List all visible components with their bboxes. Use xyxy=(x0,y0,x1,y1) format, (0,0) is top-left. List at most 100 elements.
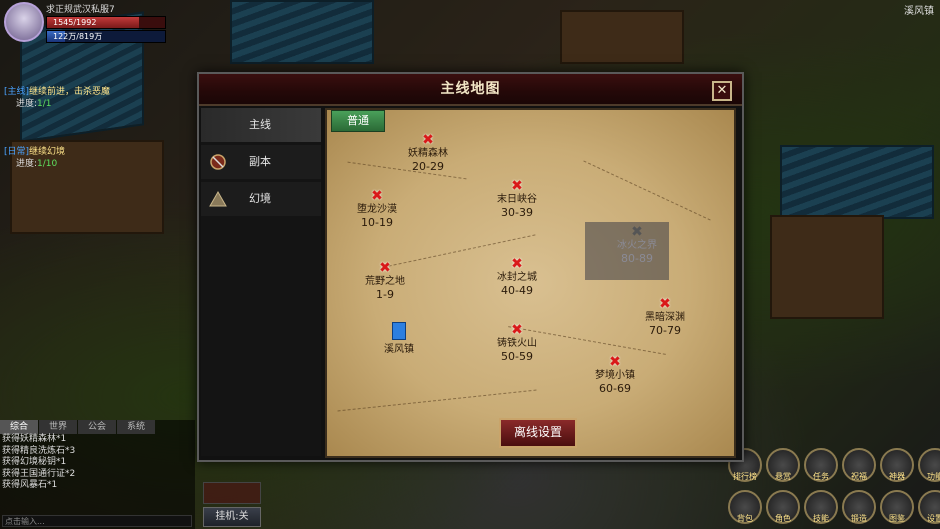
exp-bar: 122万/819万 xyxy=(46,30,166,43)
current-town: 溪风镇 xyxy=(904,6,934,17)
icon-label: 技能 xyxy=(813,514,829,523)
location-dragon-desert[interactable]: ✖ 堕龙沙漠 10-19 xyxy=(337,188,417,229)
location-name: 妖精森林 xyxy=(408,148,448,159)
chat-line: 获得妖精森林*1 xyxy=(2,434,67,444)
cleared-marker-icon: ✖ xyxy=(371,188,383,204)
map-category-sidebar: 主线 副本 幻境 xyxy=(201,108,321,456)
quest-main[interactable]: [主线]继续前进，击杀恶魔 进度:1/1 xyxy=(4,86,110,110)
artifact-icon[interactable]: 神器 xyxy=(880,448,914,482)
player-name: 求正规武汉私服7 xyxy=(46,5,115,15)
dialog-title: 主线地图 xyxy=(440,81,501,97)
location-name: 铸铁火山 xyxy=(497,338,537,349)
icon-label: 锻造 xyxy=(851,514,867,523)
location-name: 堕龙沙漠 xyxy=(357,204,397,215)
chat-line: 获得王国通行证*2 xyxy=(2,468,76,479)
location-ice-fire-realm[interactable]: ✖ 冰火之界 80-89 xyxy=(597,224,677,265)
quest-progress-label: 进度: xyxy=(16,99,38,109)
locked-marker-icon: ✖ xyxy=(631,224,643,240)
exp-text: 122万/819万 xyxy=(53,32,103,41)
location-wilderness[interactable]: ✖ 荒野之地 1-9 xyxy=(345,260,425,301)
icon-label: 悬赏 xyxy=(775,472,791,481)
location-iron-volcano[interactable]: ✖ 铸铁火山 50-59 xyxy=(477,322,557,363)
cleared-marker-icon: ✖ xyxy=(379,260,391,276)
sidebar-item-label: 幻境 xyxy=(249,192,271,205)
location-name: 末日峡谷 xyxy=(497,194,537,205)
chat-input[interactable]: 点击输入... xyxy=(2,515,192,527)
bounty-icon[interactable]: 悬赏 xyxy=(766,448,800,482)
chat-tab-world[interactable]: 世界 xyxy=(39,420,77,434)
cleared-marker-icon: ✖ xyxy=(511,322,523,338)
icon-label: 排行榜 xyxy=(733,472,757,481)
location-level: 50-59 xyxy=(501,350,533,363)
close-button[interactable]: ✕ xyxy=(712,81,732,101)
location-frozen-city[interactable]: ✖ 冰封之城 40-49 xyxy=(477,256,557,297)
sidebar-item-label: 副本 xyxy=(249,155,271,168)
skill-icon[interactable]: 技能 xyxy=(804,490,838,524)
location-level: 30-39 xyxy=(501,206,533,219)
chat-tab-system[interactable]: 系统 xyxy=(117,420,155,434)
function-icon[interactable]: 功能 xyxy=(918,448,940,482)
icon-label: 背包 xyxy=(737,514,753,523)
quest-progress-label: 进度: xyxy=(16,159,38,169)
chat-line: 获得幻境秘钥*1 xyxy=(2,457,67,467)
codex-icon[interactable]: 图鉴 xyxy=(880,490,914,524)
icon-label: 任务 xyxy=(813,472,829,481)
chat-line: 获得精良洗炼石*3 xyxy=(2,445,76,456)
location-level: 20-29 xyxy=(412,160,444,173)
icon-label: 图鉴 xyxy=(889,514,905,523)
location-level: 70-79 xyxy=(649,324,681,337)
sidebar-item-label: 主线 xyxy=(249,118,271,131)
location-name: 荒野之地 xyxy=(365,276,405,287)
icon-label: 功能 xyxy=(927,472,940,481)
quest-text: 继续前进，击杀恶魔 xyxy=(29,87,111,97)
cleared-marker-icon: ✖ xyxy=(659,296,671,312)
sidebar-item-main[interactable]: 主线 xyxy=(201,108,321,142)
main-map-dialog: 主线地图 ✕ 主线 副本 幻境 普通 ✖ 妖精森林 20-29 ✖ 末日峡谷 3… xyxy=(197,72,744,462)
chat-tab-guild[interactable]: 公会 xyxy=(78,420,116,434)
auto-battle-slot[interactable] xyxy=(203,482,261,504)
location-doom-canyon[interactable]: ✖ 末日峡谷 30-39 xyxy=(477,178,557,219)
function-icons-row-2: 背包 角色 技能 锻造 图鉴 设置 xyxy=(728,490,940,524)
location-fairy-forest[interactable]: ✖ 妖精森林 20-29 xyxy=(388,132,468,173)
hp-text: 1545/1992 xyxy=(53,18,97,27)
location-level: 10-19 xyxy=(361,216,393,229)
chat-tab-general[interactable]: 综合 xyxy=(0,420,38,434)
map-path xyxy=(337,389,537,412)
cleared-marker-icon: ✖ xyxy=(511,256,523,272)
location-name: 黑暗深渊 xyxy=(645,312,685,323)
quest-daily[interactable]: [日常]继续幻境 进度:1/10 xyxy=(4,146,65,170)
mode-tab-normal[interactable]: 普通 xyxy=(331,110,385,132)
blessing-icon[interactable]: 祝福 xyxy=(842,448,876,482)
quest-tag: [主线] xyxy=(4,87,30,97)
player-avatar[interactable] xyxy=(4,2,44,42)
location-level: 1-9 xyxy=(376,288,394,301)
location-xifeng-town[interactable]: 溪风镇 xyxy=(359,322,439,356)
bag-icon[interactable]: 背包 xyxy=(728,490,762,524)
chat-line: 获得风暴石*1 xyxy=(2,480,58,490)
settings-icon[interactable]: 设置 xyxy=(918,490,940,524)
task-icon[interactable]: 任务 xyxy=(804,448,838,482)
location-dark-abyss[interactable]: ✖ 黑暗深渊 70-79 xyxy=(625,296,705,337)
function-icons-row-1: 排行榜 悬赏 任务 祝福 神器 功能 xyxy=(728,448,940,482)
icon-label: 设置 xyxy=(927,514,940,523)
location-name: 梦境小镇 xyxy=(595,370,635,381)
auto-hang-button[interactable]: 挂机:关 xyxy=(203,507,261,527)
location-dream-town[interactable]: ✖ 梦境小镇 60-69 xyxy=(575,354,655,395)
location-name: 冰火之界 xyxy=(617,240,657,251)
sidebar-item-dungeon[interactable]: 副本 xyxy=(201,145,321,179)
hp-bar: 1545/1992 xyxy=(46,16,166,29)
offline-settings-button[interactable]: 离线设置 xyxy=(499,418,577,448)
character-icon[interactable]: 角色 xyxy=(766,490,800,524)
cleared-marker-icon: ✖ xyxy=(422,132,434,148)
forge-icon[interactable]: 锻造 xyxy=(842,490,876,524)
quest-progress: 1/10 xyxy=(37,159,58,169)
chat-tabs: 综合 世界 公会 系统 xyxy=(0,420,195,434)
shield-icon xyxy=(210,154,226,170)
sidebar-item-illusion[interactable]: 幻境 xyxy=(201,182,321,216)
quest-progress: 1/1 xyxy=(37,99,52,109)
location-level: 80-89 xyxy=(621,252,653,265)
current-location-tower-icon xyxy=(392,322,406,340)
chat-panel: 综合 世界 公会 系统 获得妖精森林*1 获得精良洗炼石*3 获得幻境秘钥*1 … xyxy=(0,420,195,529)
location-level: 40-49 xyxy=(501,284,533,297)
quest-tag: [日常] xyxy=(4,147,30,157)
